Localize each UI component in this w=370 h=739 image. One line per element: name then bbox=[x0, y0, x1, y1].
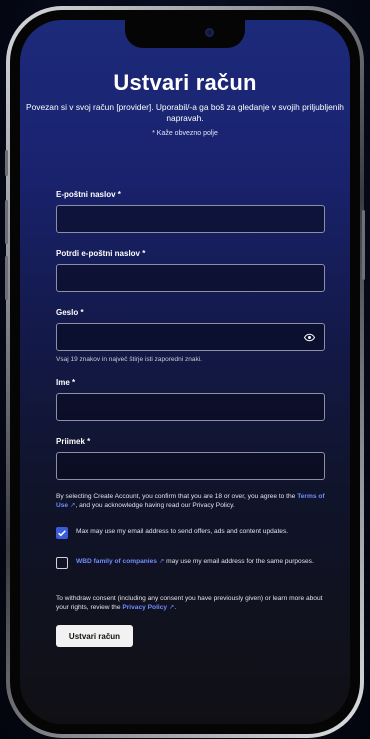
volume-down-button bbox=[5, 256, 8, 300]
mute-switch bbox=[5, 150, 8, 176]
create-account-button[interactable]: Ustvari račun bbox=[56, 625, 133, 647]
email-field-wrapper bbox=[56, 205, 325, 233]
password-field-wrapper bbox=[56, 323, 325, 351]
wbd-checkbox[interactable] bbox=[56, 557, 68, 569]
terms-prefix: By selecting Create Account, you confirm… bbox=[56, 493, 296, 500]
last-name-group: Priimek * bbox=[56, 437, 346, 480]
app-screen: Ustvari račun Povezan si v svoj račun [p… bbox=[20, 20, 350, 724]
withdraw-consent-text: To withdraw consent (including any conse… bbox=[56, 594, 332, 612]
wbd-consent-label: may use my email address for the same pu… bbox=[166, 558, 314, 565]
password-field[interactable] bbox=[57, 324, 324, 350]
signup-form: E-poštni naslov * Potrdi e-poštni naslov… bbox=[56, 182, 346, 480]
required-note: * Kaže obvezno polje bbox=[152, 130, 218, 137]
first-name-field[interactable] bbox=[57, 394, 324, 420]
password-label: Geslo * bbox=[56, 308, 84, 317]
terms-text: By selecting Create Account, you confirm… bbox=[56, 492, 332, 510]
power-button bbox=[362, 210, 365, 280]
camera bbox=[205, 28, 214, 37]
eye-icon[interactable] bbox=[304, 333, 315, 342]
email-group: E-poštni naslov * bbox=[56, 190, 346, 233]
email-label: E-poštni naslov * bbox=[56, 190, 121, 199]
notch bbox=[125, 20, 245, 48]
marketing-checkbox[interactable] bbox=[56, 527, 68, 539]
terms-suffix: , and you acknowledge having read our Pr… bbox=[75, 502, 235, 509]
page-title: Ustvari račun bbox=[113, 70, 257, 95]
wbd-consent-text: WBD family of companies ↗ may use my ema… bbox=[76, 557, 324, 566]
confirm-email-label: Potrdi e-poštni naslov * bbox=[56, 249, 146, 258]
last-name-label: Priimek * bbox=[56, 437, 91, 446]
first-name-group: Ime * bbox=[56, 378, 346, 421]
period: . bbox=[174, 604, 177, 611]
confirm-email-group: Potrdi e-poštni naslov * bbox=[56, 249, 346, 292]
wbd-family-link[interactable]: WBD family of companies bbox=[76, 558, 157, 565]
first-name-field-wrapper bbox=[56, 393, 325, 421]
marketing-consent-row: Max may use my email address to send off… bbox=[56, 527, 324, 539]
volume-up-button bbox=[5, 200, 8, 244]
phone-bezel: Ustvari račun Povezan si v svoj račun [p… bbox=[5, 10, 365, 734]
password-group: Geslo * Vsaj 19 znakov in največ štirje … bbox=[56, 308, 346, 363]
first-name-label: Ime * bbox=[56, 378, 76, 387]
last-name-field-wrapper bbox=[56, 452, 325, 480]
confirm-email-field-wrapper bbox=[56, 264, 325, 292]
page-header: Ustvari račun Povezan si v svoj račun [p… bbox=[20, 70, 350, 137]
password-hint: Vsaj 19 znakov in največ štirje isti zap… bbox=[56, 356, 202, 363]
checkmark-icon bbox=[58, 530, 66, 537]
phone-frame: Ustvari račun Povezan si v svoj račun [p… bbox=[5, 6, 365, 738]
marketing-consent-label: Max may use my email address to send off… bbox=[76, 528, 289, 535]
wbd-consent-row: WBD family of companies ↗ may use my ema… bbox=[56, 557, 324, 569]
external-link-icon: ↗ bbox=[158, 558, 165, 565]
confirm-email-field[interactable] bbox=[57, 265, 324, 291]
page-subtitle: Povezan si v svoj račun [provider]. Upor… bbox=[26, 102, 344, 123]
privacy-policy-link[interactable]: Privacy Policy bbox=[122, 604, 167, 611]
withdraw-text: To withdraw consent (including any conse… bbox=[56, 595, 323, 611]
email-field[interactable] bbox=[57, 206, 324, 232]
last-name-field[interactable] bbox=[57, 453, 324, 479]
